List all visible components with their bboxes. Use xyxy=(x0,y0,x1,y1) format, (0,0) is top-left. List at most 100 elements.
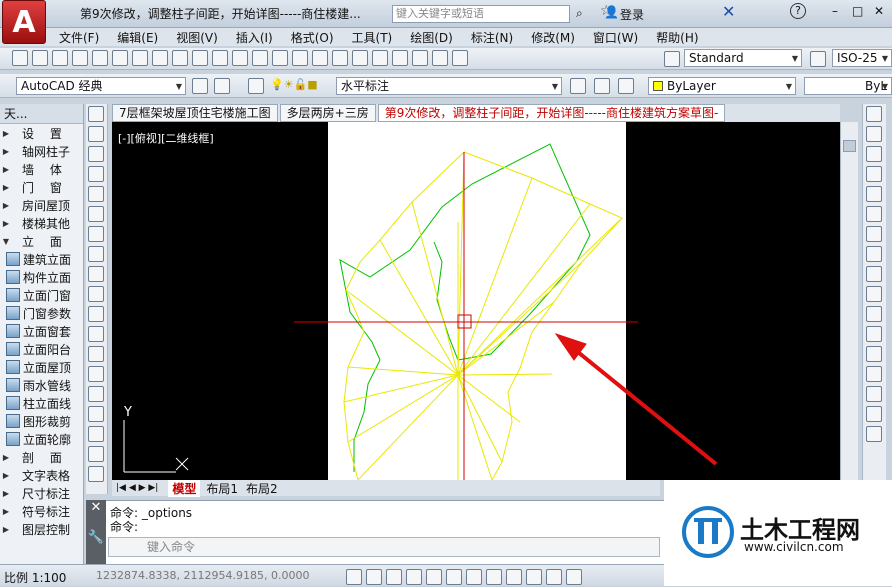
workspace-select[interactable]: AutoCAD 经典 xyxy=(16,77,186,95)
cloud-tool-icon[interactable] xyxy=(88,246,104,262)
properties-icon[interactable] xyxy=(332,50,348,66)
binoculars-icon[interactable]: ⌕ xyxy=(576,6,583,21)
join-tool-icon[interactable] xyxy=(866,366,882,382)
maximize-icon[interactable]: □ xyxy=(852,4,863,18)
panel-item[interactable]: 立面门窗 xyxy=(0,286,83,304)
ducs-icon[interactable] xyxy=(506,569,522,585)
rectangle-tool-icon[interactable] xyxy=(88,186,104,202)
panel-item[interactable]: ▶ 剖 面 xyxy=(0,448,83,466)
extend-tool-icon[interactable] xyxy=(866,306,882,322)
insert-tool-icon[interactable] xyxy=(88,326,104,342)
layer-manager-icon[interactable] xyxy=(248,78,264,94)
panel-item[interactable]: ▶ 尺寸标注 xyxy=(0,484,83,502)
snap-icon[interactable] xyxy=(366,569,382,585)
menu-dimension[interactable]: 标注(N) xyxy=(462,29,522,46)
search-input[interactable]: 键入关键字或短语 xyxy=(392,5,570,23)
tab-layout-1[interactable]: 布局1 xyxy=(206,480,238,497)
grid-icon[interactable] xyxy=(386,569,402,585)
help-icon[interactable]: ? xyxy=(790,3,806,19)
design-center-icon[interactable] xyxy=(352,50,368,66)
ellipse-tool-icon[interactable] xyxy=(88,286,104,302)
break-tool-icon[interactable] xyxy=(866,346,882,362)
panel-item[interactable]: ▼ 立 面 xyxy=(0,232,83,250)
vertical-scrollbar[interactable] xyxy=(840,122,858,480)
tab-layout-2[interactable]: 布局2 xyxy=(246,480,278,497)
arc-tool-icon[interactable] xyxy=(88,206,104,222)
markup-icon[interactable] xyxy=(412,50,428,66)
block-tool-icon[interactable] xyxy=(88,346,104,362)
xline-tool-icon[interactable] xyxy=(88,126,104,142)
undo-icon[interactable] xyxy=(212,50,228,66)
otrack-icon[interactable] xyxy=(486,569,502,585)
scale-tool-icon[interactable] xyxy=(866,246,882,262)
text-style-select[interactable]: Standard xyxy=(684,49,802,67)
pan-icon[interactable] xyxy=(252,50,268,66)
publish-icon[interactable] xyxy=(112,50,128,66)
linetype-select[interactable]: ByL xyxy=(804,77,892,95)
scale-readout[interactable]: 比例 1:100 xyxy=(4,569,66,586)
preview-icon[interactable] xyxy=(92,50,108,66)
help-toolbar-icon[interactable] xyxy=(452,50,468,66)
panel-item[interactable]: 立面窗套 xyxy=(0,322,83,340)
offset-tool-icon[interactable] xyxy=(866,166,882,182)
menu-modify[interactable]: 修改(M) xyxy=(522,29,584,46)
command-close-icon[interactable]: ✕ 🔧 xyxy=(86,500,106,564)
panel-item[interactable]: ▶ 门 窗 xyxy=(0,178,83,196)
layer-previous-icon[interactable] xyxy=(594,78,610,94)
zoom-previous-icon[interactable] xyxy=(312,50,328,66)
print-icon[interactable] xyxy=(72,50,88,66)
menu-insert[interactable]: 插入(I) xyxy=(227,29,282,46)
lock-ui-icon[interactable] xyxy=(214,78,230,94)
minimize-icon[interactable]: – xyxy=(832,4,838,18)
tab-doc-2[interactable]: 多层两房+三房 xyxy=(279,104,376,122)
ortho-icon[interactable] xyxy=(406,569,422,585)
gradient-tool-icon[interactable] xyxy=(88,406,104,422)
panel-item[interactable]: 立面阳台 xyxy=(0,340,83,358)
drawing-canvas[interactable]: [-][俯视][二维线框] Y xyxy=(112,122,840,480)
user-icon[interactable]: 👤 xyxy=(604,5,619,19)
tab-doc-3[interactable]: 第9次修改，调整柱子间距，开始详图-----商住楼建筑方案草图- xyxy=(377,104,726,122)
move-tool-icon[interactable] xyxy=(866,206,882,222)
cut-icon[interactable] xyxy=(132,50,148,66)
menu-help[interactable]: 帮助(H) xyxy=(647,29,707,46)
transparency-icon[interactable] xyxy=(566,569,582,585)
panel-item[interactable]: ▶ 设 置 xyxy=(0,124,83,142)
menu-format[interactable]: 格式(O) xyxy=(282,29,343,46)
calculator-icon[interactable] xyxy=(432,50,448,66)
panel-item[interactable]: 立面轮廓 xyxy=(0,430,83,448)
ellipse-arc-tool-icon[interactable] xyxy=(88,306,104,322)
trim-tool-icon[interactable] xyxy=(866,286,882,302)
panel-item[interactable]: 立面屋顶 xyxy=(0,358,83,376)
mirror-tool-icon[interactable] xyxy=(866,146,882,162)
line-tool-icon[interactable] xyxy=(88,106,104,122)
layer-select[interactable]: 水平标注 xyxy=(336,77,562,95)
panel-item[interactable]: 门窗参数 xyxy=(0,304,83,322)
make-current-layer-icon[interactable] xyxy=(570,78,586,94)
first-layout-icon[interactable]: |◀ ◀ ▶ ▶| xyxy=(116,483,158,493)
menu-view[interactable]: 视图(V) xyxy=(167,29,227,46)
pline-tool-icon[interactable] xyxy=(88,146,104,162)
tab-doc-1[interactable]: 7层框架坡屋顶住宅楼施工图 xyxy=(112,104,278,122)
new-icon[interactable] xyxy=(12,50,28,66)
copy-obj-tool-icon[interactable] xyxy=(866,126,882,142)
explode-tool-icon[interactable] xyxy=(866,426,882,442)
panel-item[interactable]: 图形裁剪 xyxy=(0,412,83,430)
menu-window[interactable]: 窗口(W) xyxy=(584,29,647,46)
polar-icon[interactable] xyxy=(426,569,442,585)
zoom-icon[interactable] xyxy=(272,50,288,66)
match-icon[interactable] xyxy=(192,50,208,66)
menu-file[interactable]: 文件(F) xyxy=(50,29,108,46)
zoom-window-icon[interactable] xyxy=(292,50,308,66)
table-tool-icon[interactable] xyxy=(88,446,104,462)
command-input[interactable]: 键入命令 xyxy=(108,537,660,557)
paste-icon[interactable] xyxy=(172,50,188,66)
point-tool-icon[interactable] xyxy=(88,366,104,382)
open-icon[interactable] xyxy=(32,50,48,66)
infer-icon[interactable] xyxy=(346,569,362,585)
tab-model[interactable]: 模型 xyxy=(168,479,201,497)
region-tool-icon[interactable] xyxy=(88,426,104,442)
array-tool-icon[interactable] xyxy=(866,186,882,202)
panel-item[interactable]: ▶ 轴网柱子 xyxy=(0,142,83,160)
chamfer-tool-icon[interactable] xyxy=(866,386,882,402)
hatch-tool-icon[interactable] xyxy=(88,386,104,402)
